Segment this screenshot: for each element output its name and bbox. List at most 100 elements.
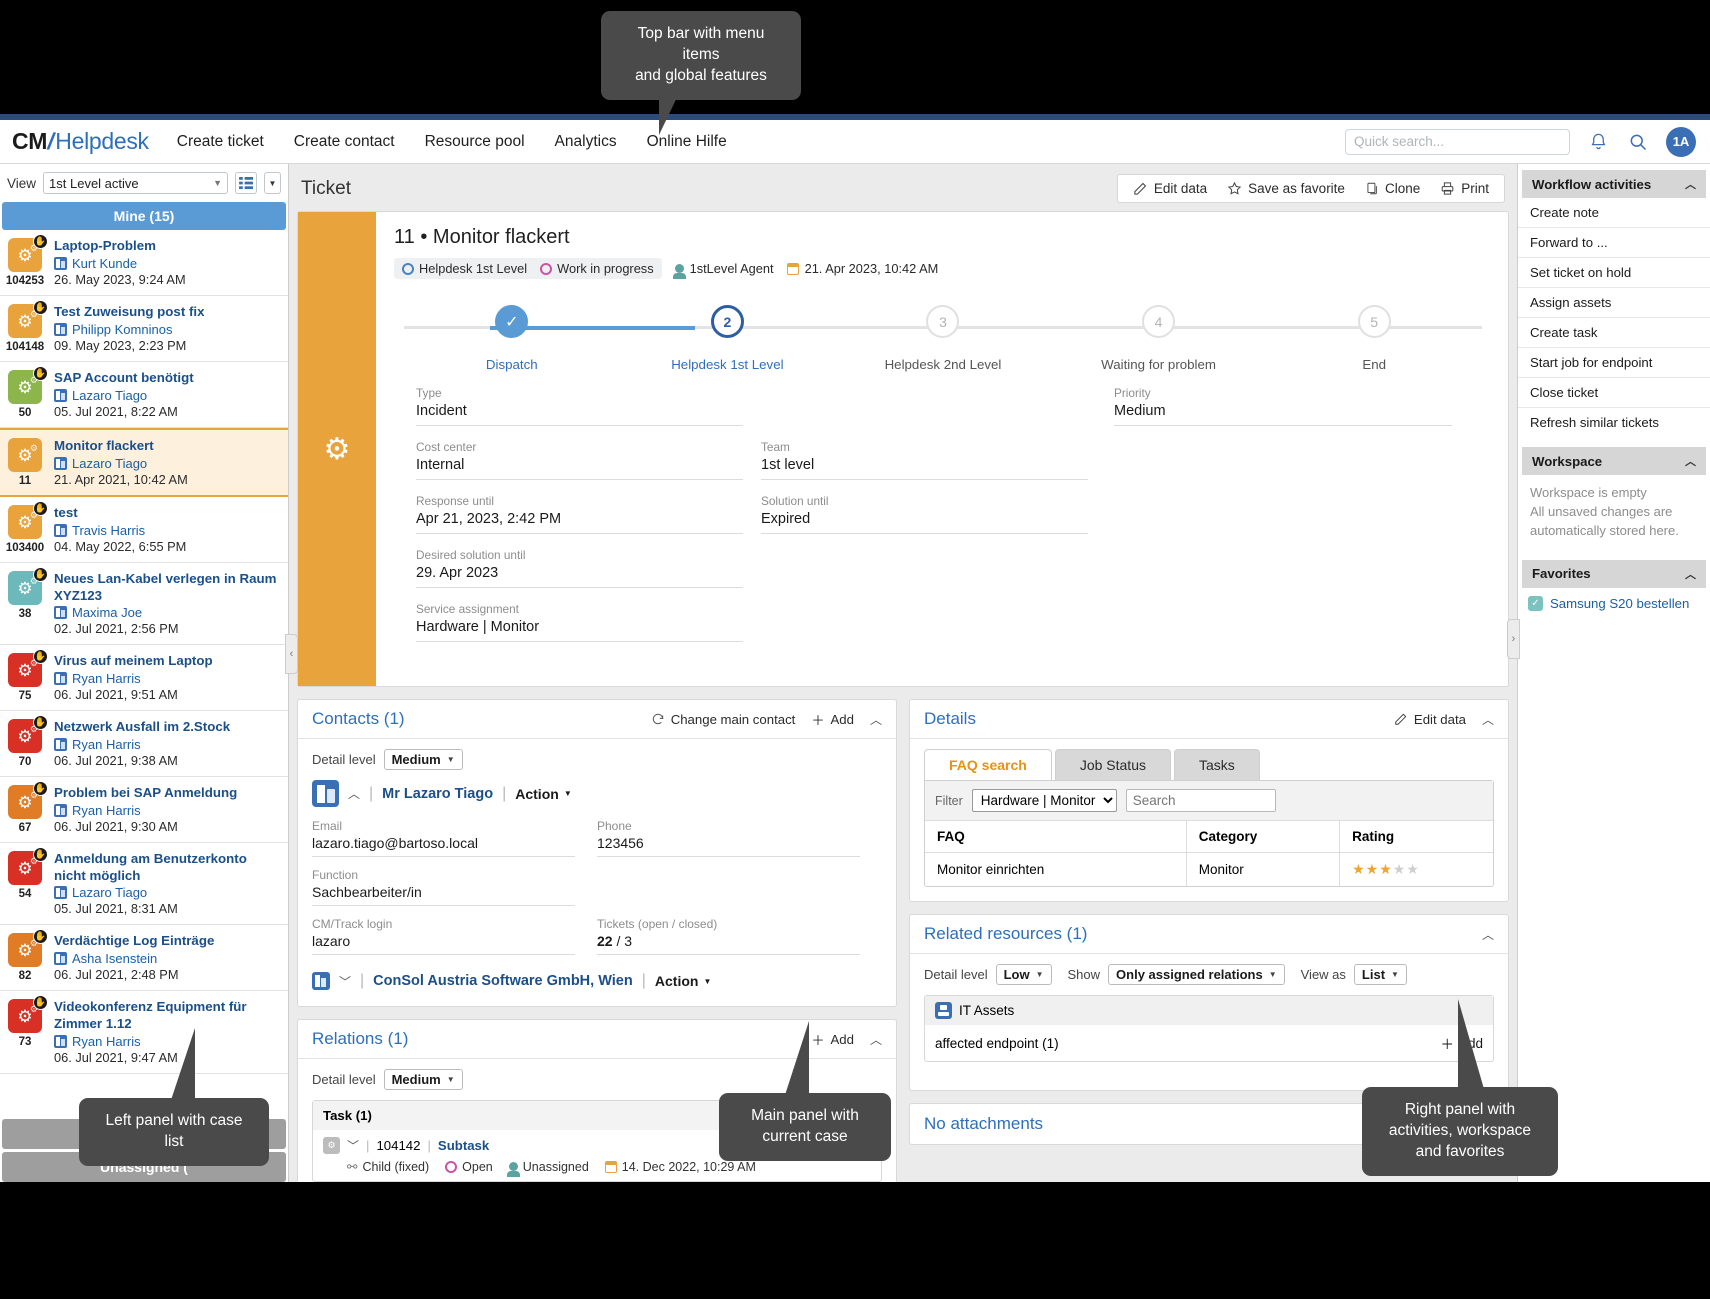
relations-detail-level-select[interactable]: Medium ▼ xyxy=(384,1069,463,1090)
contact-collapse-chevron[interactable]: ︿ xyxy=(348,785,360,802)
relations-add-button[interactable]: ＋ Add xyxy=(811,1030,854,1049)
nav-online-hilfe[interactable]: Online Hilfe xyxy=(647,133,727,151)
related-resources-collapse-chevron[interactable]: ︿ xyxy=(1482,926,1494,943)
task-name-link[interactable]: Subtask xyxy=(438,1138,489,1153)
avatar[interactable]: 1A xyxy=(1666,127,1696,157)
workflow-item-create-task[interactable]: Create task xyxy=(1518,318,1710,348)
list-item[interactable]: ⚙⚙✋103400testTravis Harris04. May 2022, … xyxy=(0,497,288,563)
view-select[interactable]: 1st Level active ▼ xyxy=(43,172,228,194)
list-item[interactable]: ⚙⚙✋50SAP Account benötigtLazaro Tiago05.… xyxy=(0,362,288,428)
clone-button[interactable]: Clone xyxy=(1356,178,1429,199)
step-label-2[interactable]: Helpdesk 1st Level xyxy=(620,357,836,372)
status-icon xyxy=(540,263,552,275)
nav-analytics[interactable]: Analytics xyxy=(555,133,617,151)
list-item[interactable]: ⚙⚙✋67Problem bei SAP AnmeldungRyan Harri… xyxy=(0,777,288,843)
rr-show-select[interactable]: Only assigned relations ▼ xyxy=(1108,964,1285,985)
list-layout-icon[interactable] xyxy=(235,172,257,194)
nav-create-ticket[interactable]: Create ticket xyxy=(177,133,264,151)
company-expand-chevron[interactable]: ﹀ xyxy=(339,973,351,990)
favorites-collapse-chevron[interactable]: ︿ xyxy=(1685,566,1696,582)
workflow-collapse-chevron[interactable]: ︿ xyxy=(1685,176,1696,192)
bell-icon[interactable] xyxy=(1586,130,1610,154)
case-person: Travis Harris xyxy=(54,523,282,538)
check-circle-icon: ✓ xyxy=(1528,596,1543,611)
list-item[interactable]: ⚙⚙✋104253Laptop-ProblemKurt Kunde26. May… xyxy=(0,230,288,296)
case-person-name: Asha Isenstein xyxy=(72,951,157,966)
nav-create-contact[interactable]: Create contact xyxy=(294,133,395,151)
tab-faq-search[interactable]: FAQ search xyxy=(924,749,1052,780)
gear-small-icon: ⚙ xyxy=(30,443,38,454)
main-menu: Create ticket Create contact Resource po… xyxy=(177,133,727,151)
case-title: Laptop-Problem xyxy=(54,238,282,255)
case-type-icon: ⚙⚙✋ xyxy=(8,999,42,1033)
tab-job-status[interactable]: Job Status xyxy=(1055,749,1171,780)
workflow-item-create-note[interactable]: Create note xyxy=(1518,198,1710,228)
step-node-3[interactable]: 3 xyxy=(835,305,1051,338)
quick-search-input[interactable] xyxy=(1345,129,1570,155)
app-body-columns: View 1st Level active ▼ ▼ Mine (15) ⚙⚙✋1… xyxy=(0,164,1710,1182)
details-collapse-chevron[interactable]: ︿ xyxy=(1482,711,1494,728)
case-person: Maxima Joe xyxy=(54,605,282,620)
faq-search-input[interactable] xyxy=(1126,789,1276,812)
contacts-add-button[interactable]: ＋ Add xyxy=(811,710,854,729)
save-as-favorite-button[interactable]: Save as favorite xyxy=(1218,178,1354,199)
step-node-1[interactable]: ✓ xyxy=(404,305,620,338)
company-icon xyxy=(312,972,330,990)
print-button[interactable]: Print xyxy=(1431,178,1498,199)
nav-resource-pool[interactable]: Resource pool xyxy=(425,133,525,151)
case-person-name: Travis Harris xyxy=(72,523,145,538)
list-item[interactable]: ⚙⚙✋75Virus auf meinem LaptopRyan Harris0… xyxy=(0,645,288,711)
relations-collapse-chevron[interactable]: ︿ xyxy=(870,1031,882,1048)
contacts-detail-level-select[interactable]: Medium ▼ xyxy=(384,749,463,770)
attachments-title: No attachments xyxy=(924,1114,1043,1134)
app-logo[interactable]: CM/Helpdesk xyxy=(12,128,149,155)
callout-tail xyxy=(659,89,681,135)
company-name-link[interactable]: ConSol Austria Software GmbH, Wien xyxy=(373,973,633,989)
contact-action-menu[interactable]: Action ▼ xyxy=(515,786,571,802)
task-expand-chevron[interactable]: ﹀ xyxy=(347,1137,359,1154)
faq-table: FAQ Category Rating Monitor einrichten xyxy=(925,820,1493,886)
list-item[interactable]: ⚙⚙✋82Verdächtige Log EinträgeAsha Isenst… xyxy=(0,925,288,991)
right-panel-collapse-handle[interactable]: › xyxy=(1507,619,1520,659)
faq-search-tabpane: Filter Hardware | Monitor F xyxy=(924,780,1494,887)
workflow-item-start-job-for-endpoint[interactable]: Start job for endpoint xyxy=(1518,348,1710,378)
workflow-item-forward-to[interactable]: Forward to ... xyxy=(1518,228,1710,258)
company-action-menu[interactable]: Action ▼ xyxy=(655,973,711,989)
contact-name-link[interactable]: Mr Lazaro Tiago xyxy=(382,786,493,802)
step-node-2[interactable]: 2 xyxy=(620,305,836,338)
tab-tasks[interactable]: Tasks xyxy=(1174,749,1260,780)
workflow-item-set-ticket-on-hold[interactable]: Set ticket on hold xyxy=(1518,258,1710,288)
list-item[interactable]: ⚙⚙✋73Videokonferenz Equipment für Zimmer… xyxy=(0,991,288,1073)
search-icon[interactable] xyxy=(1626,130,1650,154)
chevron-down-icon: ▼ xyxy=(1391,970,1399,979)
left-panel-collapse-handle[interactable]: ‹ xyxy=(285,634,298,674)
rr-detail-level-select[interactable]: Low ▼ xyxy=(996,964,1052,985)
step-node-4[interactable]: 4 xyxy=(1051,305,1267,338)
workflow-item-close-ticket[interactable]: Close ticket xyxy=(1518,378,1710,408)
list-item[interactable]: ⚙⚙11Monitor flackertLazaro Tiago21. Apr … xyxy=(0,428,288,497)
workflow-item-refresh-similar-tickets[interactable]: Refresh similar tickets xyxy=(1518,408,1710,437)
workflow-item-assign-assets[interactable]: Assign assets xyxy=(1518,288,1710,318)
favorites-title: Favorites xyxy=(1532,566,1591,581)
list-item[interactable]: ⚙⚙✋70Netzwerk Ausfall im 2.StockRyan Har… xyxy=(0,711,288,777)
faq-filter-select[interactable]: Hardware | Monitor xyxy=(972,789,1117,812)
table-row[interactable]: Monitor einrichten Monitor ★★★★★ xyxy=(925,853,1493,887)
change-main-contact-button[interactable]: Change main contact xyxy=(651,712,796,727)
list-item[interactable]: ⚙⚙✋54Anmeldung am Benutzerkonto nicht mö… xyxy=(0,843,288,925)
list-item[interactable]: ⚙⚙✋104148Test Zuweisung post fixPhilipp … xyxy=(0,296,288,362)
contacts-collapse-chevron[interactable]: ︿ xyxy=(870,711,882,728)
group-header-mine[interactable]: Mine (15) xyxy=(2,202,286,230)
list-item[interactable]: ⚙⚙✋38Neues Lan-Kabel verlegen in Raum XY… xyxy=(0,563,288,645)
rr-view-as-select[interactable]: List ▼ xyxy=(1354,964,1407,985)
case-icon-block: ⚙⚙✋70 xyxy=(4,719,46,768)
workspace-collapse-chevron[interactable]: ︿ xyxy=(1685,453,1696,469)
details-edit-data-button[interactable]: Edit data xyxy=(1394,712,1466,727)
step-node-5[interactable]: 5 xyxy=(1266,305,1482,338)
list-options-dropdown[interactable]: ▼ xyxy=(264,172,281,194)
case-person-name: Lazaro Tiago xyxy=(72,388,147,403)
step-label-1[interactable]: Dispatch xyxy=(404,357,620,372)
edit-data-button[interactable]: Edit data xyxy=(1124,178,1216,199)
ticket-fields-col-1: Type Incident Cost center Internal Respo… xyxy=(416,386,761,656)
ticket-type-icon: ⚙ xyxy=(298,212,376,686)
favorite-item[interactable]: ✓ Samsung S20 bestellen xyxy=(1518,588,1710,619)
